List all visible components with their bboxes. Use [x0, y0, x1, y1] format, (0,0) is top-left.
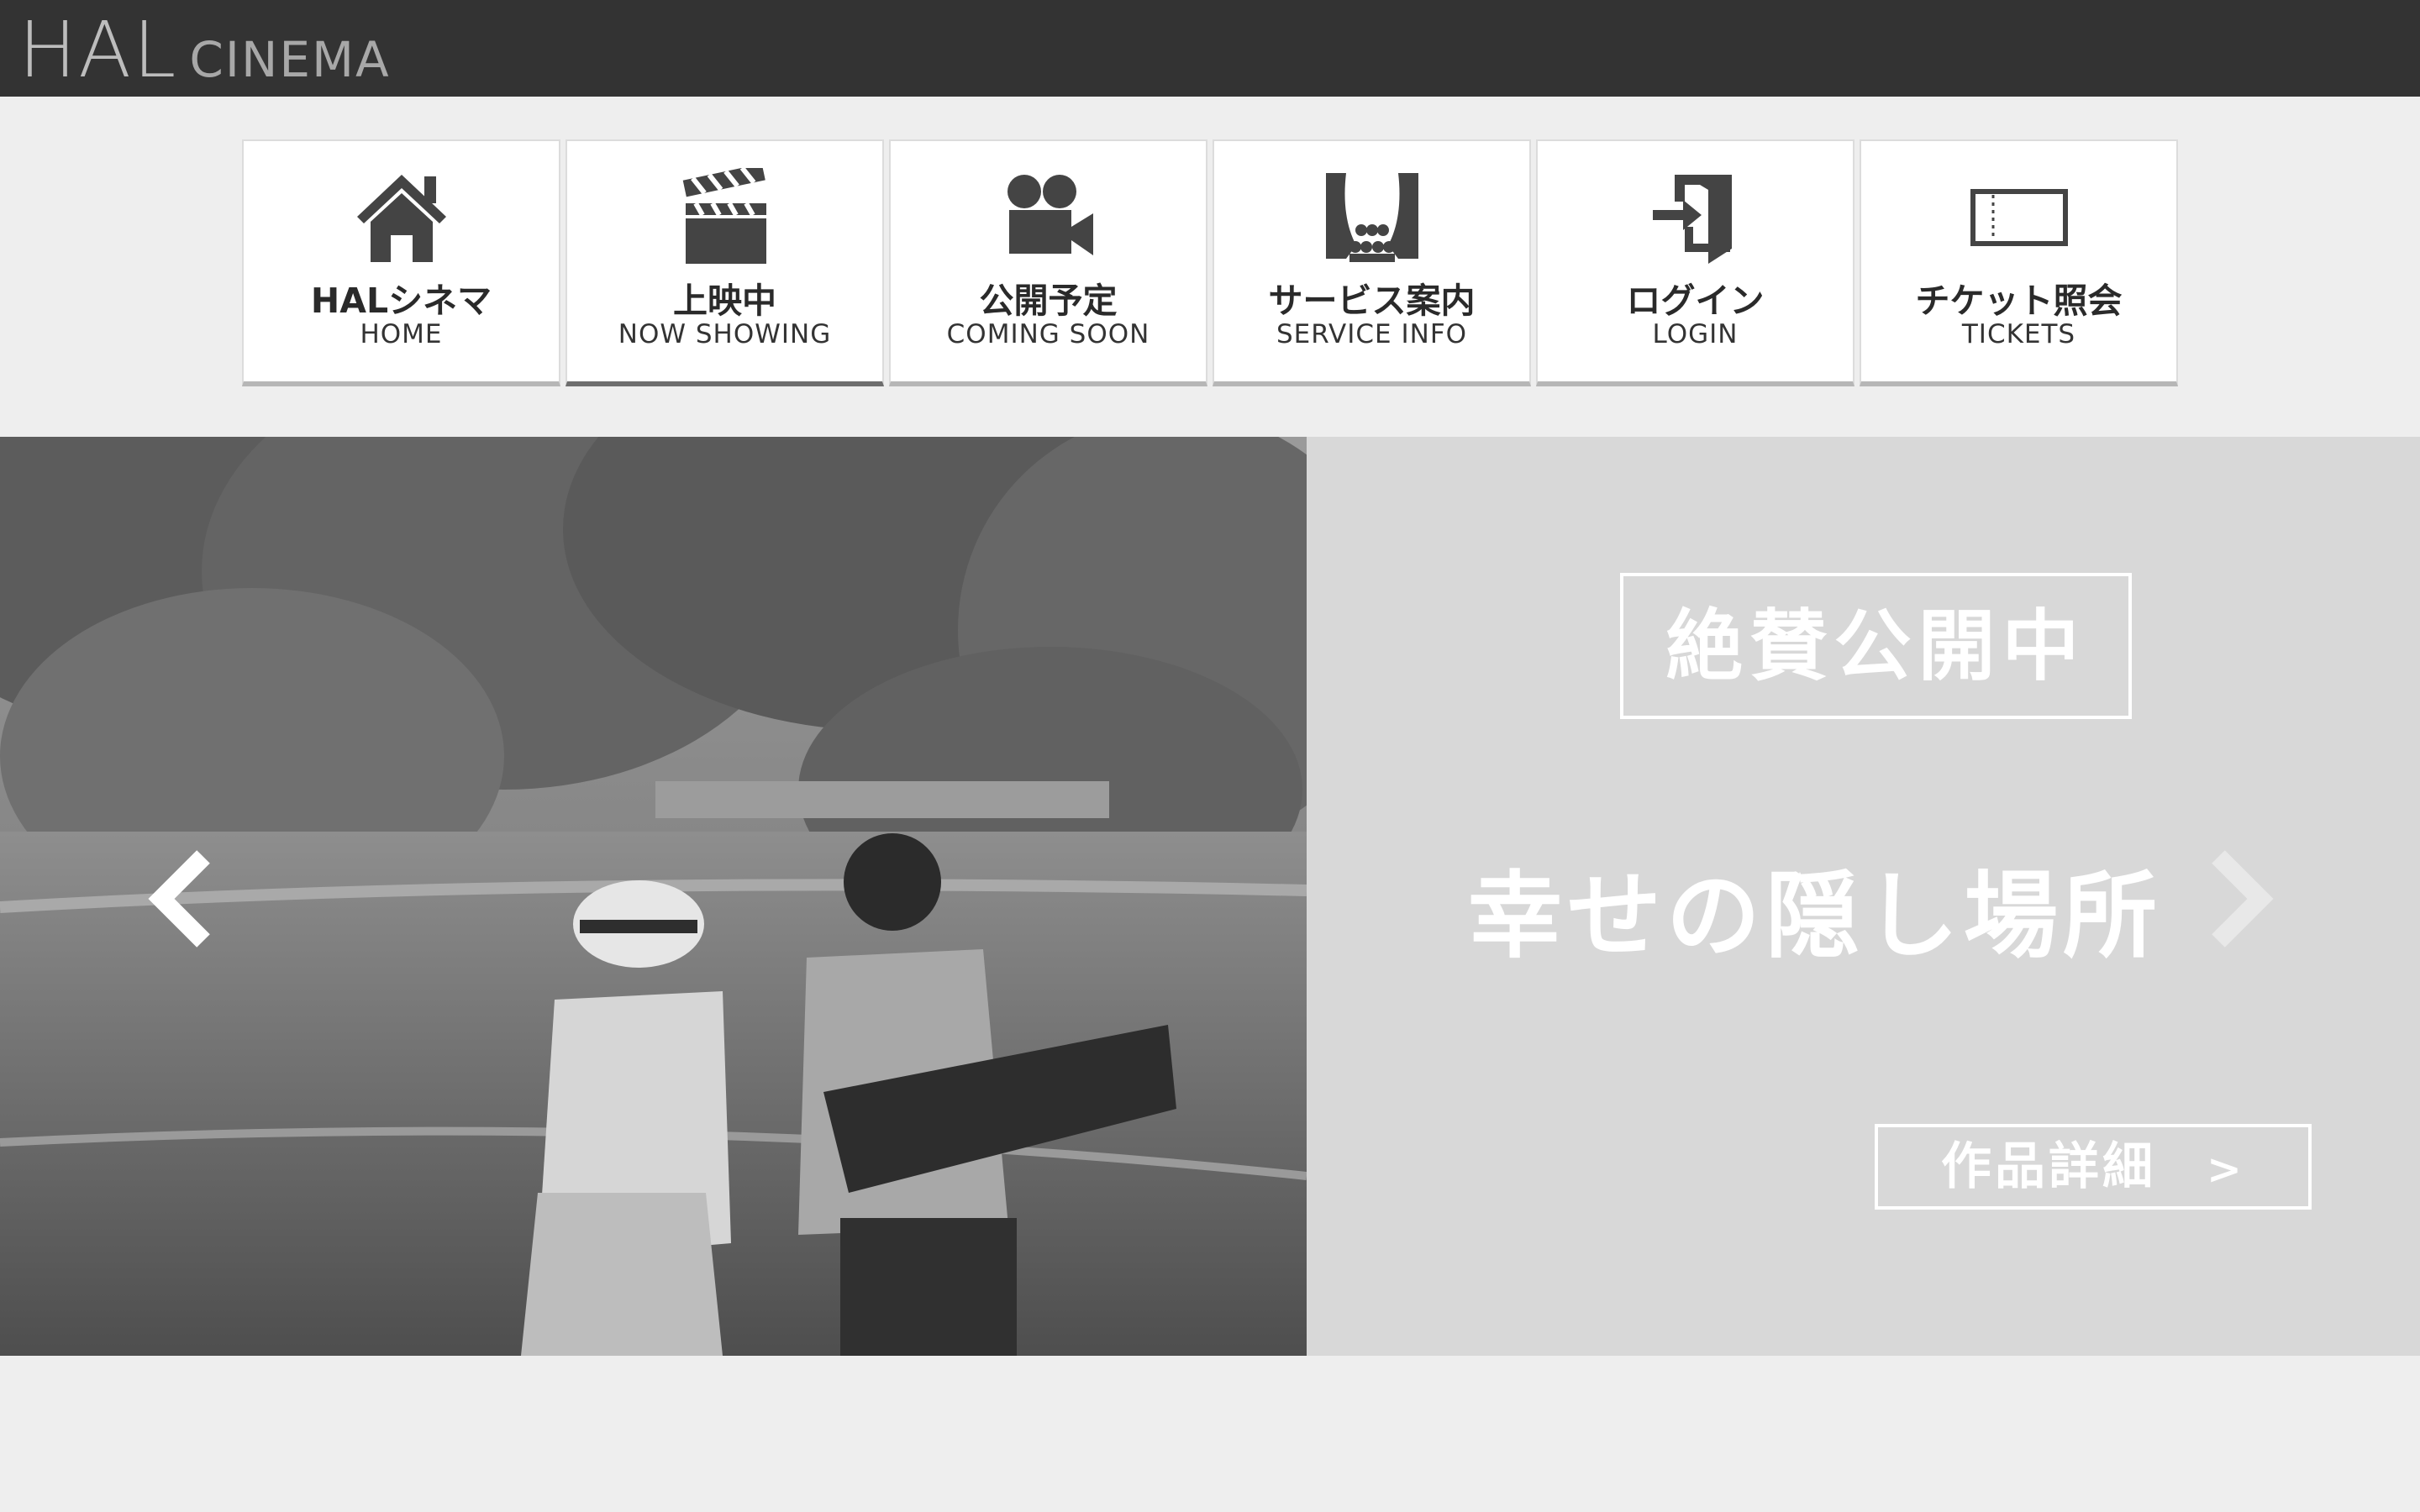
logo-sub: CINEMA	[189, 31, 391, 88]
detail-button-label: 作品詳細	[1941, 1137, 2157, 1196]
ticket-icon	[1965, 168, 2074, 267]
nav-label-en: NOW SHOWING	[618, 319, 832, 349]
nav-label-en: COMING SOON	[946, 319, 1150, 349]
nav-label-ja: HALシネマ	[310, 281, 492, 321]
nav-item-tickets[interactable]: チケット照会 TICKETS	[1860, 139, 2178, 386]
site-logo[interactable]: HAL CINEMA	[18, 5, 391, 95]
theater-icon	[1318, 168, 1427, 267]
now-showing-badge: 絶賛公開中	[1620, 573, 2132, 719]
home-icon	[347, 168, 456, 267]
movie-detail-button[interactable]: 作品詳細 >	[1875, 1124, 2312, 1210]
nav-label-en: HOME	[360, 319, 443, 349]
nav-label-ja: ログイン	[1626, 281, 1765, 321]
chevron-left-icon	[148, 850, 210, 948]
nav-label-ja: サービス案内	[1268, 281, 1476, 321]
chevron-right-icon	[2212, 850, 2274, 948]
nav-item-service-info[interactable]: サービス案内 SERVICE INFO	[1213, 139, 1531, 386]
slider-next-button[interactable]	[2202, 848, 2277, 949]
site-header: HAL CINEMA	[0, 0, 2420, 97]
nav-label-ja: チケット照会	[1915, 281, 2123, 321]
nav-label-ja: 上映中	[673, 281, 776, 321]
slider-prev-button[interactable]	[145, 848, 220, 949]
movie-title: 幸せの隠し場所	[1468, 861, 2162, 971]
nav-label-en: SERVICE INFO	[1276, 319, 1468, 349]
nav-item-login[interactable]: ログイン LOGIN	[1536, 139, 1854, 386]
nav-item-home[interactable]: HALシネマ HOME	[242, 139, 560, 386]
nav-label-en: LOGIN	[1652, 319, 1739, 349]
nav-label-ja: 公開予定	[979, 281, 1118, 321]
nav-item-coming-soon[interactable]: 公開予定 COMING SOON	[889, 139, 1207, 386]
nav-label-en: TICKETS	[1961, 319, 2076, 349]
chevron-right-icon: >	[2207, 1144, 2245, 1194]
main-nav: HALシネマ HOME 上映中 NOW SHOWING 公開予定 COMING …	[242, 139, 2178, 386]
nav-item-now-showing[interactable]: 上映中 NOW SHOWING	[566, 139, 884, 386]
logo-main: HAL	[18, 5, 178, 95]
hero-slider: 絶賛公開中 幸せの隠し場所 作品詳細 >	[0, 437, 2420, 1356]
clapperboard-icon	[671, 168, 780, 267]
login-icon	[1641, 168, 1750, 267]
video-camera-icon	[994, 168, 1103, 267]
